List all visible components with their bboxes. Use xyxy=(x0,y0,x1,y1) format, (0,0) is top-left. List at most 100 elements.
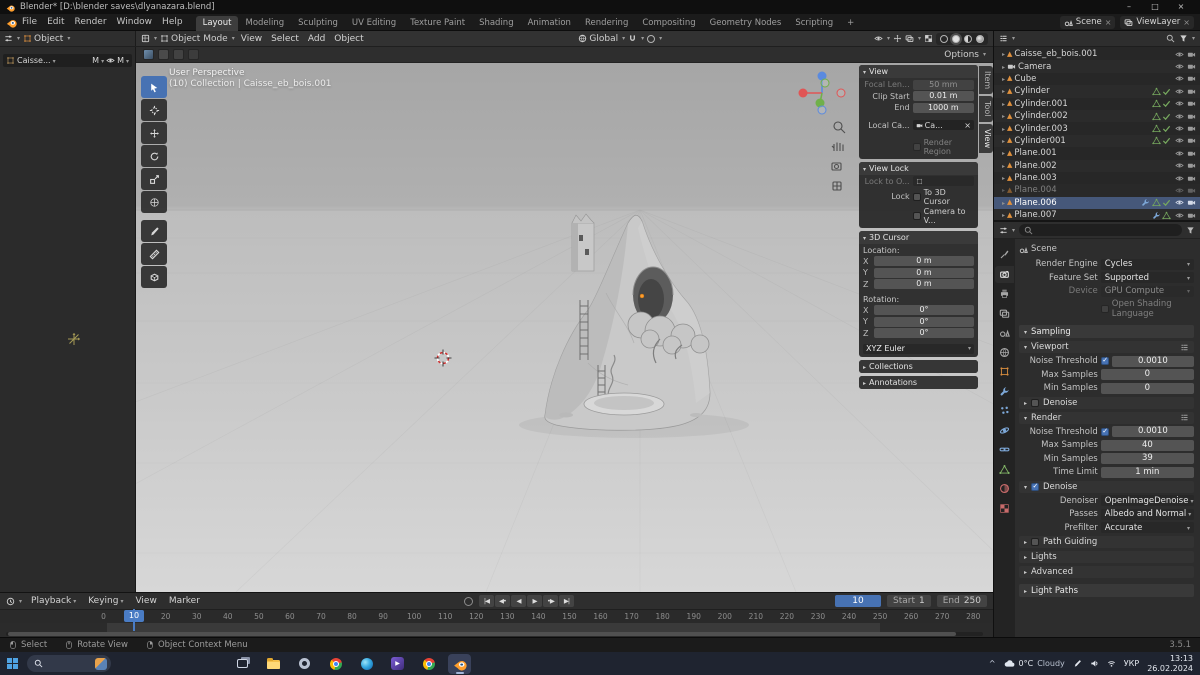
tool-rotate[interactable] xyxy=(141,145,167,167)
hide-viewport-toggle[interactable] xyxy=(1175,149,1184,158)
disable-render-toggle[interactable] xyxy=(1187,198,1196,207)
speaker-tray-icon[interactable] xyxy=(1090,659,1099,668)
eye-icon[interactable] xyxy=(106,56,115,65)
gizmos-toggle[interactable] xyxy=(893,34,902,43)
hide-viewport-toggle[interactable] xyxy=(1175,211,1184,220)
disable-render-toggle[interactable] xyxy=(1187,50,1196,59)
wireframe-shading-button[interactable] xyxy=(940,34,948,43)
pen-tray-icon[interactable] xyxy=(1073,659,1082,668)
tool-option-icon-1[interactable] xyxy=(158,49,169,60)
timeline-view-menu[interactable]: View xyxy=(132,596,159,606)
viewport-menu-add[interactable]: Add xyxy=(305,34,328,44)
cursor-rotation-field[interactable]: 0° xyxy=(874,305,974,315)
clip-end-field[interactable]: 1000 m xyxy=(912,102,974,113)
properties-search-input[interactable] xyxy=(1019,224,1182,236)
keyboard-language[interactable]: УКР xyxy=(1124,659,1139,668)
tool-add-cube[interactable] xyxy=(141,266,167,288)
menu-file[interactable]: File xyxy=(17,14,42,31)
workspace-tab-animation[interactable]: Animation xyxy=(521,16,578,31)
light-paths-section-header[interactable]: Light Paths xyxy=(1019,584,1194,597)
r-noise-field[interactable]: 0.0010 xyxy=(1111,426,1194,437)
tool-move[interactable] xyxy=(141,122,167,144)
workspace-tab-scripting[interactable]: Scripting xyxy=(788,16,840,31)
cursor-location-field[interactable]: 0 m xyxy=(874,256,974,266)
disable-render-toggle[interactable] xyxy=(1187,136,1196,145)
material-shading-button[interactable] xyxy=(964,34,972,43)
keying-menu[interactable]: Keying xyxy=(85,596,126,606)
vp-noise-checkbox[interactable] xyxy=(1100,356,1109,365)
hide-viewport-toggle[interactable] xyxy=(1175,62,1184,71)
blender-menu-icon[interactable] xyxy=(6,17,17,28)
transport-button[interactable]: |◀ xyxy=(478,595,494,607)
tool-cursor[interactable] xyxy=(141,99,167,121)
menu-render[interactable]: Render xyxy=(70,14,112,31)
vp-max-samples-field[interactable]: 0 xyxy=(1100,369,1194,380)
tab-render[interactable] xyxy=(995,265,1014,283)
outliner-row[interactable]: ▲Cylinder.002 xyxy=(994,109,1200,123)
viewport-menu-object[interactable]: Object xyxy=(331,34,366,44)
device-dropdown[interactable]: GPU Compute xyxy=(1100,285,1194,297)
focal-length-field[interactable]: 50 mm xyxy=(912,79,974,90)
r-min-samples-field[interactable]: 39 xyxy=(1100,453,1194,464)
menu-edit[interactable]: Edit xyxy=(42,14,69,31)
taskbar-search[interactable] xyxy=(27,655,111,672)
tool-transform[interactable] xyxy=(141,191,167,213)
tool-annotate[interactable] xyxy=(141,220,167,242)
render-region-checkbox[interactable] xyxy=(912,142,921,151)
minimize-button[interactable]: – xyxy=(1116,0,1142,14)
sidebar-tab-view[interactable]: View xyxy=(979,123,993,153)
workspace-tab-texture-paint[interactable]: Texture Paint xyxy=(403,16,472,31)
timeline-track-area[interactable] xyxy=(0,623,993,637)
sidebar-tab-tool[interactable]: Tool xyxy=(979,96,993,122)
weather-widget[interactable]: 0°C Cloudy xyxy=(1004,658,1065,669)
disable-render-toggle[interactable] xyxy=(1187,87,1196,96)
rendered-shading-button[interactable] xyxy=(976,34,984,43)
current-frame-field[interactable]: 10 xyxy=(834,595,881,607)
tab-object-data[interactable] xyxy=(995,461,1014,478)
prefilter-dropdown[interactable]: Accurate xyxy=(1100,522,1194,533)
vp-noise-field[interactable]: 0.0010 xyxy=(1111,355,1194,367)
viewport-editor-type-button[interactable] xyxy=(141,34,157,43)
auto-keying-toggle[interactable] xyxy=(463,596,473,606)
scene-selector[interactable]: Scene × xyxy=(1059,15,1116,29)
tool-option-icon-2[interactable] xyxy=(173,49,184,60)
frame-end-field[interactable]: End 250 xyxy=(936,595,988,607)
transport-button[interactable]: ▶ xyxy=(526,595,542,607)
settings-button[interactable] xyxy=(293,654,316,674)
edge-button[interactable] xyxy=(355,654,378,674)
menu-help[interactable]: Help xyxy=(157,14,188,31)
hide-viewport-toggle[interactable] xyxy=(1175,198,1184,207)
workspace-tab-compositing[interactable]: Compositing xyxy=(635,16,702,31)
time-limit-field[interactable]: 1 min xyxy=(1100,466,1194,478)
overlays-toggle[interactable] xyxy=(905,34,921,43)
disable-render-toggle[interactable] xyxy=(1187,62,1196,71)
slot-badge-b[interactable]: M xyxy=(117,56,129,65)
disable-render-toggle[interactable] xyxy=(1187,174,1196,183)
object-context-button[interactable]: Object xyxy=(23,34,70,44)
hide-viewport-toggle[interactable] xyxy=(1175,99,1184,108)
media-player-button[interactable] xyxy=(386,654,409,674)
hide-viewport-toggle[interactable] xyxy=(1175,186,1184,195)
osl-checkbox[interactable] xyxy=(1100,305,1109,313)
empty-axes-object[interactable] xyxy=(66,331,82,347)
disable-render-toggle[interactable] xyxy=(1187,186,1196,195)
file-explorer-button[interactable] xyxy=(262,654,285,674)
clip-start-field[interactable]: 0.01 m xyxy=(912,91,974,101)
disable-render-toggle[interactable] xyxy=(1187,211,1196,220)
outliner-row-hidden[interactable]: ▲Plane.004 xyxy=(994,184,1200,197)
browser-button[interactable] xyxy=(417,654,440,674)
local-camera-field[interactable]: Ca... × xyxy=(912,120,974,130)
scene-unlink-button[interactable]: × xyxy=(1105,18,1112,27)
options-dropdown[interactable]: Options xyxy=(944,50,986,60)
workspace-tab-geometry-nodes[interactable]: Geometry Nodes xyxy=(703,16,789,31)
render-engine-dropdown[interactable]: Cycles xyxy=(1100,258,1194,270)
disable-render-toggle[interactable] xyxy=(1187,112,1196,121)
tab-output[interactable] xyxy=(995,285,1014,302)
transform-orientation-dropdown[interactable]: Global xyxy=(578,34,625,44)
sampling-section-header[interactable]: Sampling xyxy=(1019,325,1194,338)
transport-button[interactable]: ◀• xyxy=(494,595,510,607)
frame-start-field[interactable]: Start 1 xyxy=(886,595,931,607)
task-view-button[interactable] xyxy=(231,654,254,674)
workspace-tab-shading[interactable]: Shading xyxy=(472,16,521,31)
advanced-subpanel-header[interactable]: Advanced xyxy=(1019,566,1194,578)
